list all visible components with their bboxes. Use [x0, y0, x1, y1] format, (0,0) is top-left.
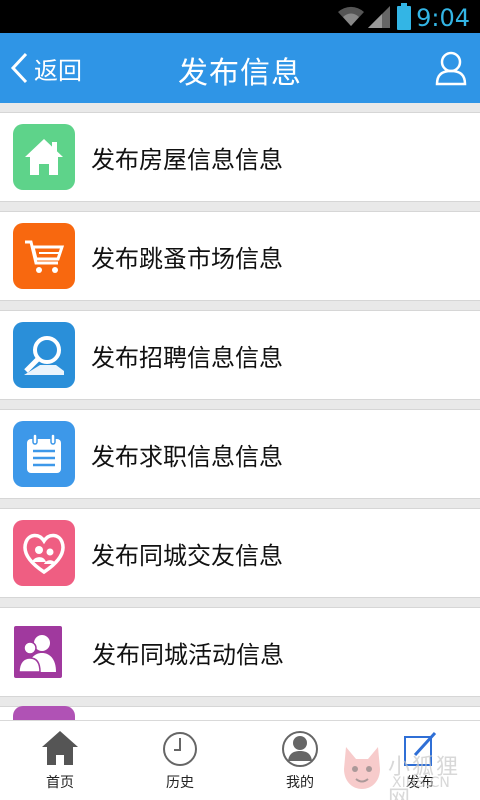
list-item-label: 发布同城交友信息 — [91, 541, 283, 570]
nav-history-label: 历史 — [166, 775, 194, 791]
page-title: 发布信息 — [178, 56, 302, 91]
list-item-house[interactable]: 发布房屋信息信息 — [0, 112, 480, 202]
cart-icon — [13, 223, 75, 289]
house-icon — [13, 124, 75, 190]
nav-mine-label: 我的 — [286, 775, 314, 791]
magnifier-icon — [13, 322, 75, 388]
list-item-partial[interactable] — [0, 706, 480, 720]
list-item-label: 发布招聘信息信息 — [91, 343, 283, 372]
list-item-label: 发布房屋信息信息 — [91, 145, 283, 174]
wifi-icon — [338, 6, 364, 26]
edit-icon — [404, 731, 437, 766]
nav-home[interactable]: 首页 — [0, 721, 120, 800]
battery-icon — [397, 3, 411, 30]
list-item-dating[interactable]: 发布同城交友信息 — [0, 508, 480, 598]
partial-icon — [13, 706, 75, 720]
user-icon[interactable] — [434, 50, 468, 86]
bottom-nav: 首页 历史 我的 发布 — [0, 720, 480, 800]
status-bar: 9:04 — [0, 0, 480, 33]
nav-home-label: 首页 — [46, 775, 74, 791]
list-item-jobseek[interactable]: 发布求职信息信息 — [0, 409, 480, 499]
nav-mine[interactable]: 我的 — [240, 721, 360, 800]
calendar-icon — [13, 421, 75, 487]
status-time: 9:04 — [416, 4, 470, 32]
publish-list: 发布房屋信息信息 发布跳蚤市场信息 发布招聘信息信息 发布求职信息信息 发布同城… — [0, 103, 480, 720]
signal-icon — [368, 6, 390, 28]
list-item-market[interactable]: 发布跳蚤市场信息 — [0, 211, 480, 301]
list-item-events[interactable]: 发布同城活动信息 — [0, 607, 480, 697]
list-item-label: 发布同城活动信息 — [92, 640, 284, 669]
clock-icon — [163, 732, 197, 766]
nav-publish[interactable]: 发布 — [360, 721, 480, 800]
list-item-recruit[interactable]: 发布招聘信息信息 — [0, 310, 480, 400]
profile-icon — [282, 731, 318, 767]
nav-history[interactable]: 历史 — [120, 721, 240, 800]
people-icon — [14, 626, 62, 678]
list-item-label: 发布跳蚤市场信息 — [91, 244, 283, 273]
nav-publish-label: 发布 — [406, 775, 434, 791]
home-icon — [42, 731, 78, 765]
header: 返回 发布信息 — [0, 33, 480, 103]
heart-icon — [13, 520, 75, 586]
list-item-label: 发布求职信息信息 — [91, 442, 283, 471]
